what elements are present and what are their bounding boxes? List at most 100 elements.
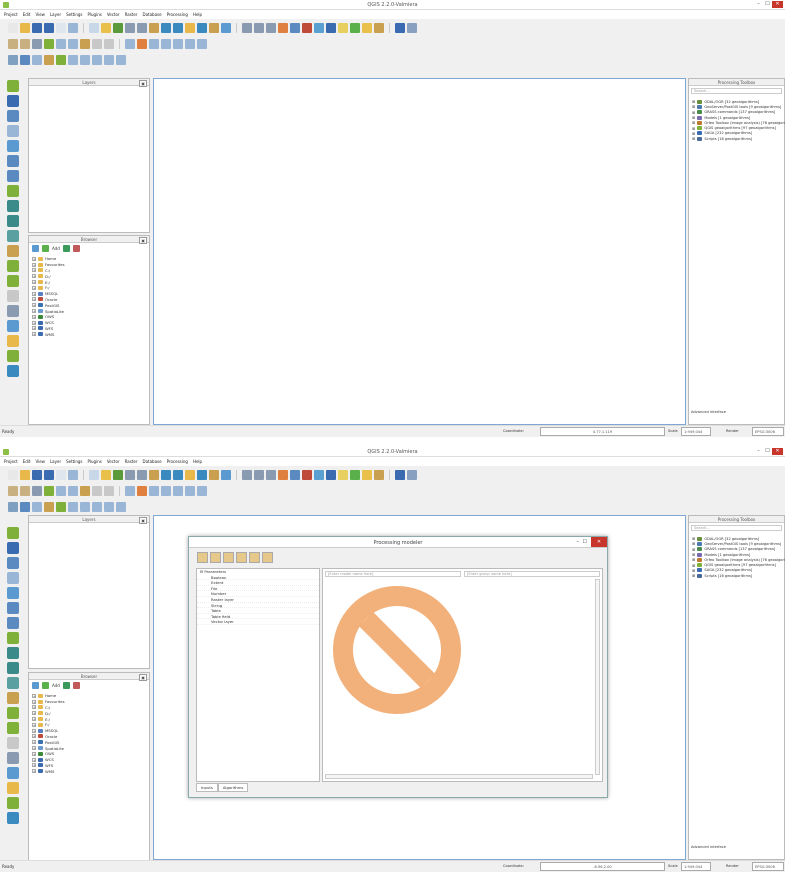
crs-button[interactable]: EPSG:3006 [752,427,784,436]
modeler-maximize-button[interactable]: ☐ [583,539,587,545]
add-layer-tool-icon[interactable] [7,767,19,779]
toolbar-tool-icon[interactable] [125,38,135,49]
expand-icon[interactable]: + [32,303,36,308]
toolbar-tool-icon[interactable] [32,54,42,65]
menu-vector[interactable]: Vector [107,12,120,17]
add-layer-tool-icon[interactable] [7,95,19,107]
toolbar-tool-icon[interactable] [350,469,360,480]
expand-icon[interactable]: + [32,285,36,290]
expand-icon[interactable]: ⊞ [692,557,695,562]
add-layer-tool-icon[interactable] [7,140,19,152]
expand-icon[interactable]: + [32,291,36,296]
toolbar-tool-icon[interactable] [80,485,90,496]
layers-panel-float-button[interactable]: ▣ [139,517,147,524]
toolbar-tool-icon[interactable] [8,485,18,496]
toolbar-tool-icon[interactable] [32,22,42,33]
menu-layer[interactable]: Layer [50,12,61,17]
expand-icon[interactable]: + [32,332,36,337]
save-as-icon[interactable] [223,552,234,563]
add-layer-tool-icon[interactable] [7,320,19,332]
toolbar-tool-icon[interactable] [197,38,207,49]
toolbar-tool-icon[interactable] [197,485,207,496]
add-layer-tool-icon[interactable] [7,707,19,719]
toolbar-tool-icon[interactable] [44,501,54,512]
advanced-interface-select[interactable]: Advanced interface [691,410,726,414]
browser-item[interactable]: + WMS [32,768,65,774]
toolbar-tool-icon[interactable] [32,501,42,512]
scale-field[interactable]: 1:949,044 [681,427,711,436]
modeler-minimize-button[interactable]: – [577,539,580,545]
toolbar-tool-icon[interactable] [8,38,18,49]
edit-help-icon[interactable] [249,552,260,563]
expand-icon[interactable]: ⊞ [692,568,695,573]
coordinate-field[interactable]: -6.96,2.00 [540,862,665,871]
expand-icon[interactable]: ⊞ [692,126,695,131]
toolbar-tool-icon[interactable] [20,22,30,33]
toolbar-tool-icon[interactable] [104,485,114,496]
expand-icon[interactable]: + [32,326,36,331]
close-button[interactable]: ✕ [772,1,783,8]
collapse-icon[interactable] [72,245,80,252]
add-layer-tool-icon[interactable] [7,80,19,92]
add-layer-icon[interactable] [42,245,49,252]
expand-icon[interactable]: + [32,705,36,710]
add-layer-tool-icon[interactable] [7,245,19,257]
toolbar-tool-icon[interactable] [137,38,147,49]
toolbar-tool-icon[interactable] [185,485,195,496]
model-group-input[interactable]: [Enter group name here] [464,571,600,577]
add-layer-tool-icon[interactable] [7,617,19,629]
add-layer-tool-icon[interactable] [7,632,19,644]
toolbar-tool-icon[interactable] [92,485,102,496]
toolbar-tool-icon[interactable] [8,22,18,33]
add-layer-tool-icon[interactable] [7,260,19,272]
coordinate-label[interactable]: Coordinate: [503,862,524,871]
add-layer-tool-icon[interactable] [7,305,19,317]
expand-icon[interactable]: + [32,268,36,273]
tab-algorithms[interactable]: Algorithms [217,783,249,792]
toolbar-tool-icon[interactable] [350,22,360,33]
menu-plugins[interactable]: Plugins [88,12,102,17]
expand-icon[interactable]: ⊞ [692,573,695,578]
collapse-icon[interactable] [72,682,80,689]
toolbar-tool-icon[interactable] [242,469,252,480]
add-layer-tool-icon[interactable] [7,782,19,794]
menu-vector[interactable]: Vector [107,459,120,464]
toolbar-tool-icon[interactable] [161,469,171,480]
toolbar-tool-icon[interactable] [173,38,183,49]
add-layer-tool-icon[interactable] [7,662,19,674]
add-layer-tool-icon[interactable] [7,572,19,584]
menu-project[interactable]: Project [4,12,18,17]
toolbar-tool-icon[interactable] [326,469,336,480]
refresh-icon[interactable] [32,682,39,689]
crs-button[interactable]: EPSG:3006 [752,862,784,871]
toolbox-provider[interactable]: ⊞ Orfeo Toolbox (Image analysis) [76 geoa… [692,557,785,562]
toolbar-tool-icon[interactable] [278,22,288,33]
toolbar-tool-icon[interactable] [116,501,126,512]
menu-project[interactable]: Project [4,459,18,464]
toolbar-tool-icon[interactable] [125,22,135,33]
toolbox-provider[interactable]: ⊞ Orfeo Toolbox (Image analysis) [76 geoa… [692,120,785,125]
toolbar-tool-icon[interactable] [197,469,207,480]
expand-icon[interactable]: + [32,757,36,762]
toolbox-provider[interactable]: ⊞ Scripts [16 geoalgorithms] [692,136,785,141]
toolbox-provider[interactable]: ⊞ GeoServer/PostGIS tools [9 geoalgorithm… [692,541,785,546]
add-layer-tool-icon[interactable] [7,812,19,824]
toolbar-tool-icon[interactable] [68,485,78,496]
toolbar-tool-icon[interactable] [80,54,90,65]
toolbar-tool-icon[interactable] [374,469,384,480]
toolbar-tool-icon[interactable] [209,469,219,480]
add-layer-tool-icon[interactable] [7,602,19,614]
add-layer-tool-icon[interactable] [7,290,19,302]
toolbar-tool-icon[interactable] [173,485,183,496]
toolbar-tool-icon[interactable] [44,54,54,65]
expand-icon[interactable]: + [32,314,36,319]
toolbox-provider[interactable]: ⊞ GRASS commands [137 geoalgorithms] [692,547,785,552]
toolbar-tool-icon[interactable] [209,22,219,33]
toolbox-provider[interactable]: ⊞ GeoServer/PostGIS tools [9 geoalgorithm… [692,104,785,109]
toolbar-tool-icon[interactable] [302,22,312,33]
toolbar-tool-icon[interactable] [407,469,417,480]
coordinate-label[interactable]: Coordinate: [503,427,524,436]
expand-icon[interactable]: + [32,722,36,727]
toolbar-tool-icon[interactable] [278,469,288,480]
toolbar-tool-icon[interactable] [92,38,102,49]
